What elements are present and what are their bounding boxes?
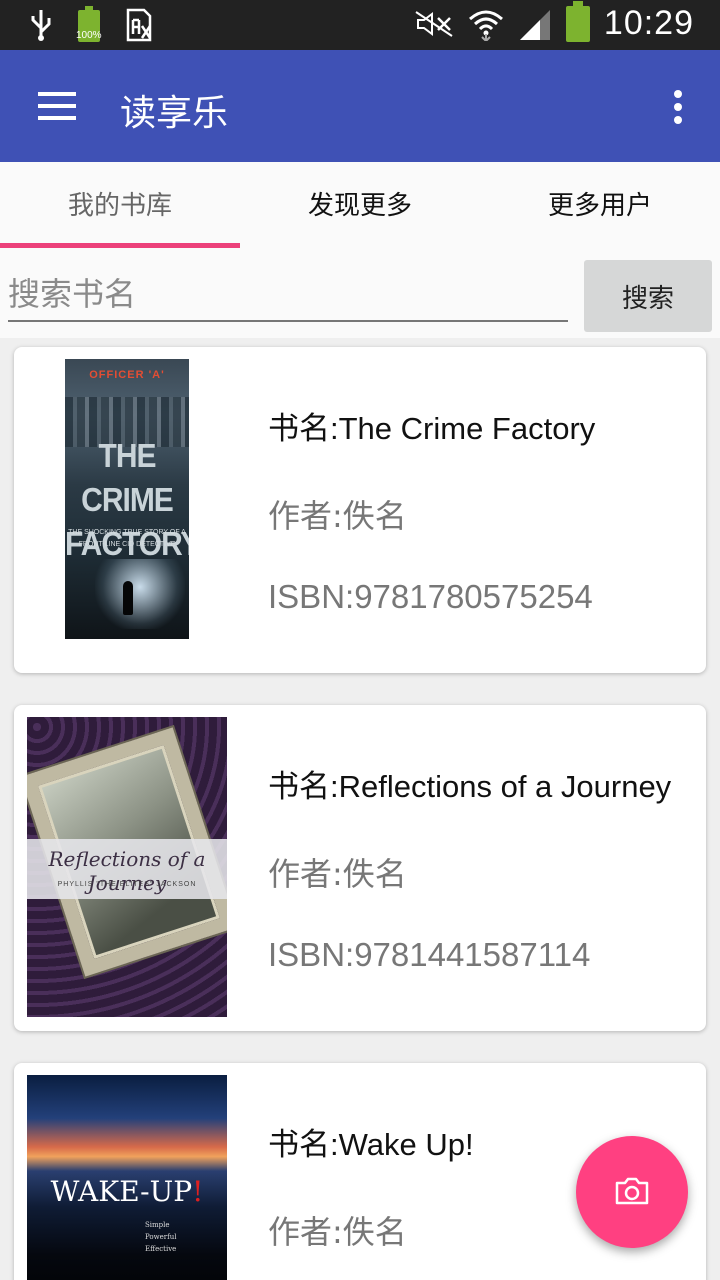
cover-title-line1: THE CRIME bbox=[81, 438, 174, 519]
book-title: 书名:The Crime Factory bbox=[268, 411, 596, 446]
tab-bar: 我的书库 发现更多 更多用户 bbox=[0, 162, 720, 248]
book-cover-image: WAKE-UP! Simple Powerful Effective bbox=[27, 1075, 227, 1280]
cover-subtitle: THE SHOCKING TRUE STORY OF A FRONT-LINE … bbox=[68, 529, 186, 548]
book-title: 书名:Reflections of a Journey bbox=[268, 769, 672, 804]
tab-discover-more[interactable]: 发现更多 bbox=[240, 162, 480, 248]
clock: 10:29 bbox=[603, 4, 694, 42]
search-button[interactable]: 搜索 bbox=[584, 260, 712, 332]
book-isbn: ISBN:9781441587114 bbox=[268, 936, 591, 973]
cover-subtitle: Simple Powerful Effective bbox=[145, 1219, 176, 1255]
book-cover-image: Reflections of a Journey PHYLLIS "THE EL… bbox=[27, 717, 227, 1017]
book-card[interactable]: OFFICER 'A' THE CRIME FACTORY THE SHOCKI… bbox=[14, 347, 706, 673]
tab-more-users[interactable]: 更多用户 bbox=[480, 162, 720, 248]
book-author: 作者:佚名 bbox=[268, 855, 407, 893]
signal-icon bbox=[519, 9, 550, 40]
search-input[interactable] bbox=[8, 268, 568, 322]
sim-icon bbox=[126, 8, 152, 42]
battery-percent: 100% bbox=[76, 30, 102, 41]
camera-fab-button[interactable] bbox=[576, 1136, 688, 1248]
tab-my-library[interactable]: 我的书库 bbox=[0, 162, 240, 248]
wifi-icon bbox=[468, 10, 503, 41]
cover-title-text: WAKE-UP bbox=[50, 1175, 193, 1208]
book-card[interactable]: Reflections of a Journey PHYLLIS "THE EL… bbox=[14, 705, 706, 1031]
book-title: 书名:Wake Up! bbox=[268, 1127, 474, 1162]
hamburger-menu-icon[interactable] bbox=[38, 92, 76, 120]
cover-title-bang: ! bbox=[192, 1175, 204, 1208]
book-cover-image: OFFICER 'A' THE CRIME FACTORY THE SHOCKI… bbox=[65, 359, 189, 639]
cover-subtitle-line: Simple bbox=[145, 1221, 170, 1229]
usb-icon bbox=[31, 10, 51, 41]
battery-icon bbox=[565, 0, 590, 42]
cover-title: WAKE-UP! bbox=[27, 1175, 227, 1208]
app-bar: 读享乐 bbox=[0, 50, 720, 162]
app-title: 读享乐 bbox=[120, 93, 229, 134]
overflow-menu-icon[interactable] bbox=[674, 90, 682, 124]
cover-light bbox=[95, 559, 185, 629]
cover-subtitle-line: Effective bbox=[145, 1245, 177, 1253]
cover-figure bbox=[123, 581, 133, 615]
book-author: 作者:佚名 bbox=[268, 1213, 407, 1251]
book-author: 作者:佚名 bbox=[268, 497, 407, 535]
search-area: 搜索 bbox=[0, 248, 720, 338]
cover-subtitle-line: Powerful bbox=[145, 1233, 177, 1241]
cover-subtitle: PHYLLIS "THE ELITES" JACKSON bbox=[57, 881, 197, 888]
mute-icon bbox=[415, 10, 453, 37]
book-isbn: ISBN:9781780575254 bbox=[268, 578, 593, 615]
status-right-icons: 10:29 bbox=[414, 0, 694, 43]
status-bar: 100% 10:29 bbox=[0, 0, 720, 50]
camera-icon bbox=[615, 1177, 649, 1205]
cover-author-text: OFFICER 'A' bbox=[89, 369, 165, 381]
